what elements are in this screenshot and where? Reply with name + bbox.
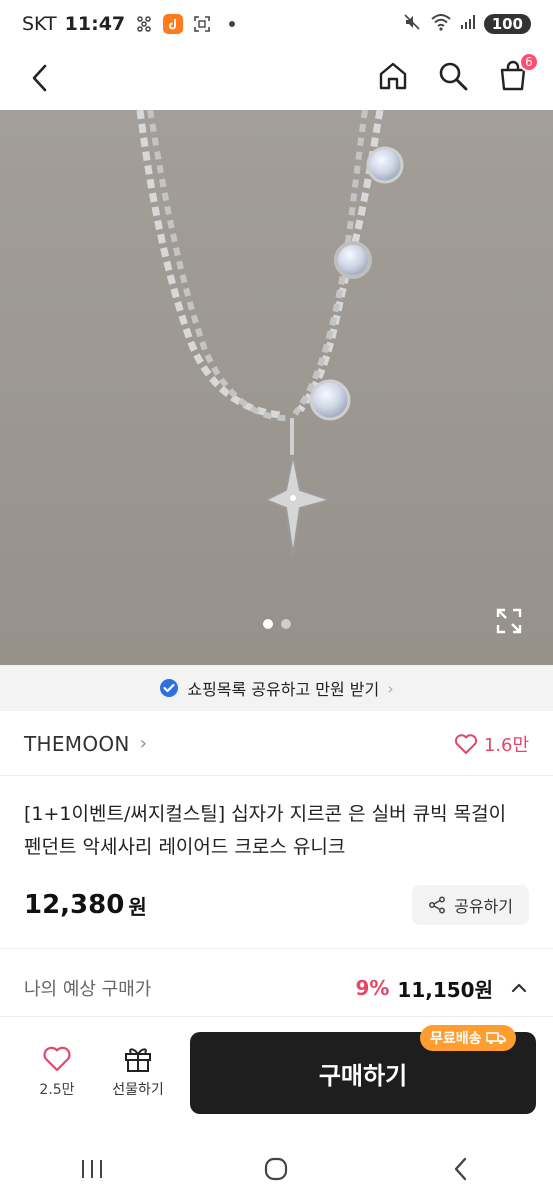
search-button[interactable] bbox=[435, 58, 471, 94]
price-unit: 원 bbox=[128, 894, 147, 919]
app-orange-icon bbox=[163, 14, 184, 34]
brand-row: THEMOON › 1.6만 bbox=[0, 712, 553, 776]
top-app-bar: 6 bbox=[0, 48, 553, 110]
grid-icon bbox=[133, 13, 155, 35]
carousel-dots bbox=[0, 619, 553, 629]
expected-price-label: 나의 예상 구매가 bbox=[24, 979, 152, 1000]
status-time: 11:47 bbox=[64, 13, 126, 35]
fullscreen-button[interactable] bbox=[495, 607, 523, 635]
mute-icon bbox=[402, 12, 422, 37]
expand-icon bbox=[496, 608, 522, 634]
banner-text: 쇼핑목록 공유하고 만원 받기 bbox=[187, 680, 380, 699]
status-left: SKT 11:47 bbox=[22, 13, 243, 35]
free-shipping-label: 무료배송 bbox=[430, 1031, 482, 1047]
status-right: 100 bbox=[402, 12, 531, 37]
back-button[interactable] bbox=[22, 60, 58, 96]
cart-button[interactable]: 6 bbox=[495, 52, 539, 94]
heart-outline-icon bbox=[43, 1046, 71, 1072]
share-reward-banner[interactable]: 쇼핑목록 공유하고 만원 받기 › bbox=[0, 665, 553, 711]
bottom-action-bar: 2.5만 선물하기 구매하기 무료배송 bbox=[0, 1017, 553, 1137]
back-arrow-icon bbox=[454, 1157, 467, 1180]
dot-icon bbox=[221, 13, 243, 35]
chevron-right-icon: › bbox=[139, 733, 147, 754]
divider bbox=[0, 948, 553, 949]
cart-count-badge: 6 bbox=[519, 52, 539, 72]
wishlist-button[interactable]: 2.5만 bbox=[22, 1045, 92, 1115]
product-price: 12,380 bbox=[24, 890, 125, 920]
system-nav-bar bbox=[0, 1137, 553, 1200]
brand-link[interactable]: THEMOON bbox=[24, 732, 130, 756]
chevron-left-icon bbox=[32, 64, 47, 92]
expected-price-values: 9% 11,150원 bbox=[355, 974, 529, 1003]
carousel-dot[interactable] bbox=[280, 619, 291, 629]
discount-rate: 9% bbox=[355, 976, 390, 1000]
recent-apps-button[interactable] bbox=[67, 1149, 117, 1189]
chevron-right-icon: › bbox=[387, 678, 394, 698]
share-label: 공유하기 bbox=[454, 897, 513, 916]
carrier-label: SKT bbox=[22, 13, 57, 35]
home-button[interactable] bbox=[375, 58, 411, 94]
scan-icon bbox=[191, 13, 213, 35]
product-image-carousel[interactable] bbox=[0, 110, 553, 665]
brand-like-count: 1.6만 bbox=[483, 734, 529, 756]
necklace-product-photo bbox=[0, 110, 553, 665]
free-shipping-badge: 무료배송 bbox=[420, 1025, 516, 1051]
expected-price-value: 11,150원 bbox=[397, 977, 493, 1002]
recent-apps-icon bbox=[82, 1159, 103, 1178]
truck-icon bbox=[485, 1032, 506, 1045]
verified-check-icon bbox=[160, 679, 179, 697]
brand-like-button[interactable]: 1.6만 bbox=[454, 731, 529, 757]
price-row: 12,380 원 공유하기 bbox=[24, 880, 529, 930]
status-bar: SKT 11:47 100 bbox=[0, 0, 553, 48]
gift-icon bbox=[125, 1048, 151, 1072]
gift-button[interactable]: 선물하기 bbox=[100, 1045, 176, 1115]
home-icon bbox=[379, 62, 407, 90]
heart-outline-icon bbox=[454, 733, 477, 754]
home-circle-icon bbox=[265, 1157, 288, 1180]
back-nav-button[interactable] bbox=[436, 1149, 486, 1189]
home-nav-button[interactable] bbox=[251, 1149, 301, 1189]
battery-indicator: 100 bbox=[483, 14, 531, 34]
chevron-up-icon[interactable] bbox=[509, 978, 529, 998]
header-actions: 6 bbox=[375, 52, 539, 94]
product-title: [1+1이벤트/써지컬스틸] 십자가 지르콘 은 실버 큐빅 목걸이 펜던트 악… bbox=[24, 803, 507, 858]
share-icon bbox=[429, 896, 446, 914]
signal-icon bbox=[460, 13, 476, 35]
wishlist-count: 2.5만 bbox=[39, 1082, 75, 1098]
gift-label: 선물하기 bbox=[112, 1082, 164, 1098]
search-icon bbox=[439, 62, 468, 91]
expected-price-row[interactable]: 나의 예상 구매가 9% 11,150원 bbox=[24, 966, 529, 1010]
wifi-icon bbox=[430, 13, 452, 36]
carousel-dot-active[interactable] bbox=[262, 619, 273, 629]
share-button[interactable]: 공유하기 bbox=[412, 885, 529, 925]
